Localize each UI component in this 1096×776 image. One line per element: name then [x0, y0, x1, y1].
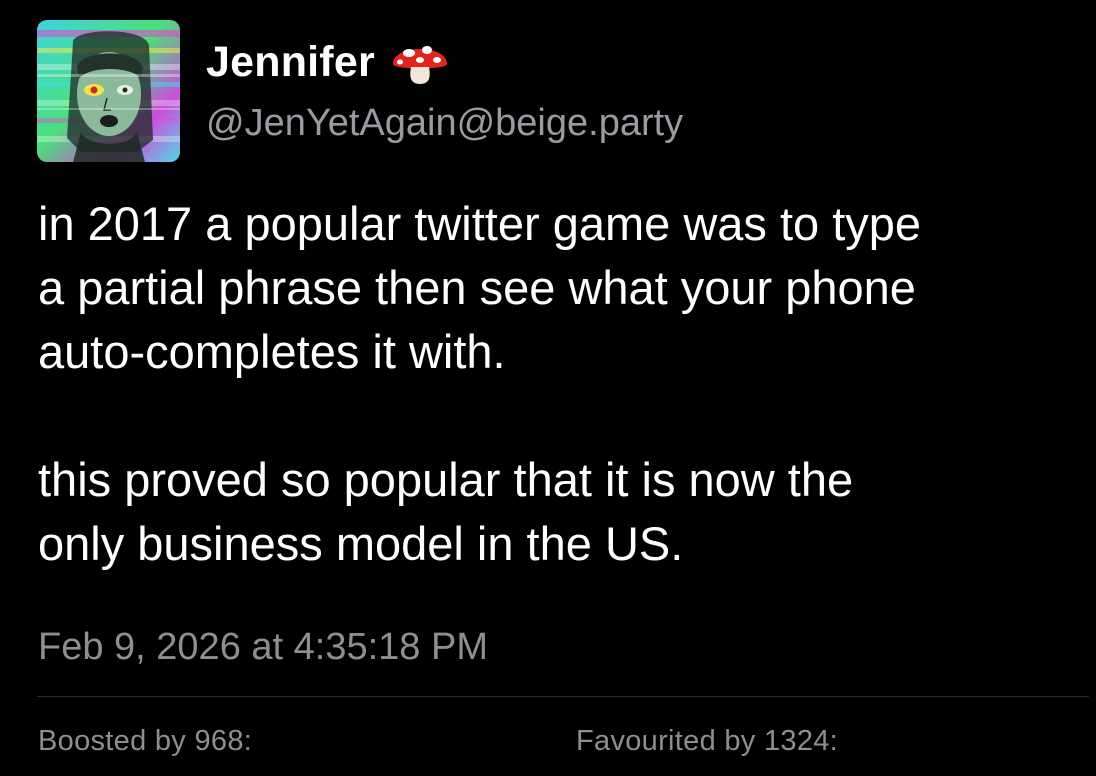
display-name[interactable]: Jennifer	[206, 36, 451, 88]
status-content: in 2017 a popular twitter game was to ty…	[38, 192, 1078, 576]
mushroom-icon	[389, 36, 451, 88]
favourited-by-link[interactable]: Favourited by 1324:	[576, 721, 838, 761]
avatar[interactable]	[37, 20, 180, 162]
display-name-text: Jennifer	[206, 38, 375, 86]
status-stats: Boosted by 968: Favourited by 1324:	[0, 721, 1096, 761]
glitch-portrait-avatar	[37, 20, 180, 162]
account-handle[interactable]: @JenYetAgain@beige.party	[206, 100, 683, 146]
status-detail: Jennifer @JenYetAgain@beige.party in 201…	[0, 0, 1096, 776]
status-paragraph: in 2017 a popular twitter game was to ty…	[38, 197, 922, 378]
boosted-by-link[interactable]: Boosted by 968:	[38, 721, 252, 761]
divider	[37, 696, 1089, 697]
status-timestamp: Feb 9, 2026 at 4:35:18 PM	[38, 626, 488, 668]
status-paragraph: this proved so popular that it is now th…	[38, 453, 854, 570]
